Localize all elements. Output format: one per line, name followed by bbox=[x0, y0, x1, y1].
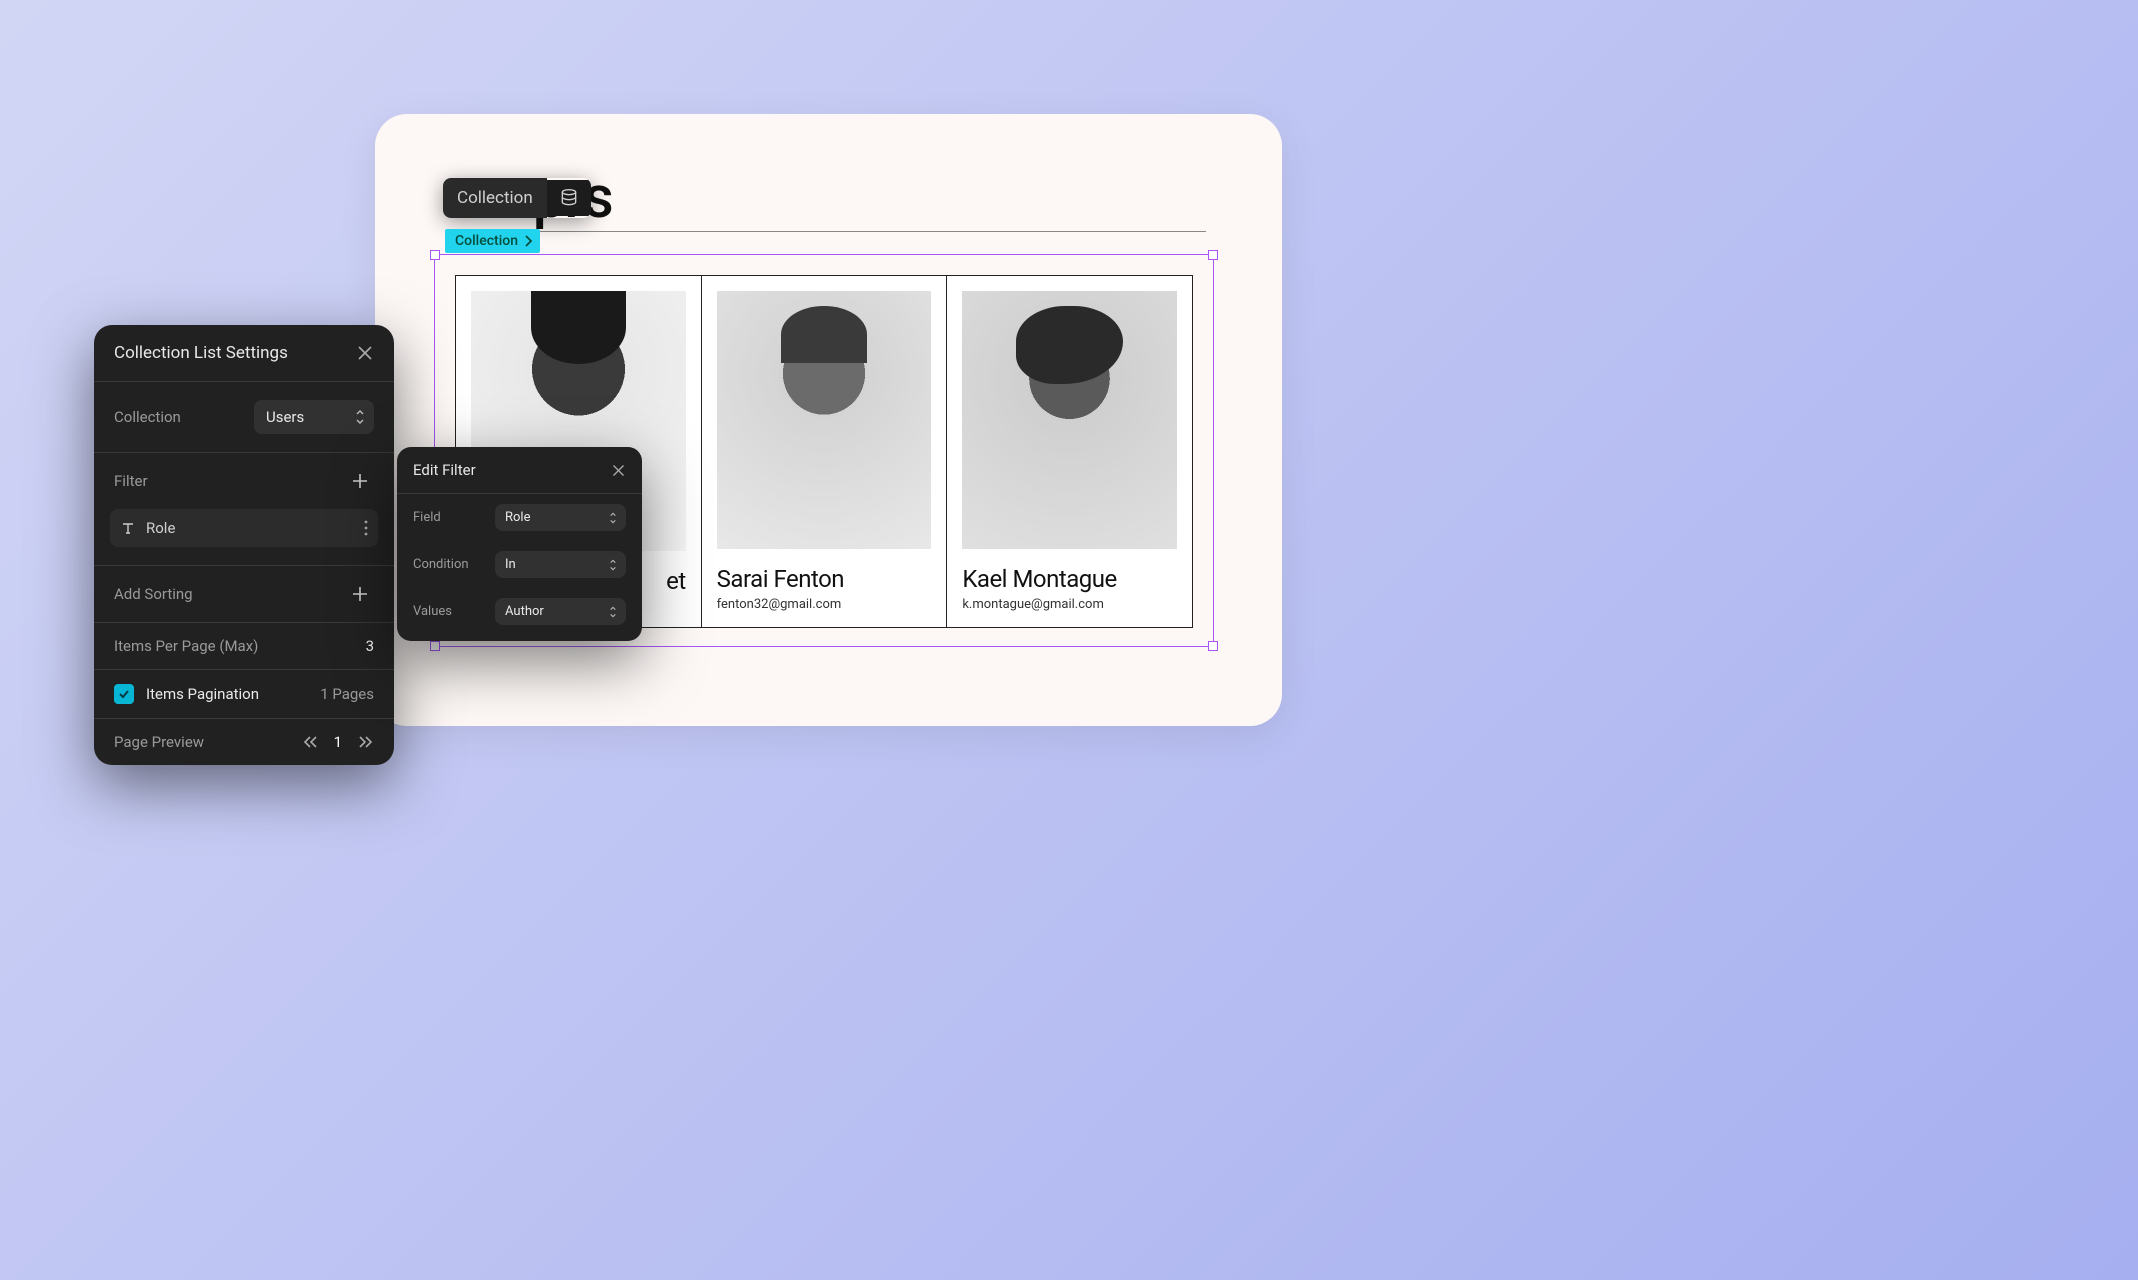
close-icon bbox=[356, 344, 374, 362]
collection-label: Collection bbox=[114, 408, 181, 426]
resize-handle-tl[interactable] bbox=[430, 250, 440, 260]
filter-label: Filter bbox=[114, 472, 148, 490]
add-filter-button[interactable] bbox=[346, 467, 374, 495]
check-icon bbox=[118, 688, 130, 700]
panel-title: Collection List Settings bbox=[114, 343, 288, 363]
collection-list-settings-panel: Collection List Settings Collection User… bbox=[94, 325, 394, 765]
close-button[interactable] bbox=[611, 463, 626, 478]
card-email: k.montague@gmail.com bbox=[962, 597, 1177, 612]
filter-chip-menu-button[interactable] bbox=[364, 520, 368, 536]
filter-chip-text: Role bbox=[146, 519, 175, 537]
condition-label: Condition bbox=[413, 557, 485, 572]
chevrons-right-icon bbox=[358, 735, 374, 749]
element-tooltip: Collection bbox=[443, 178, 591, 218]
values-label: Values bbox=[413, 604, 485, 619]
items-per-page-value[interactable]: 3 bbox=[366, 637, 374, 655]
items-per-page-label: Items Per Page (Max) bbox=[114, 637, 258, 655]
title-underline bbox=[446, 231, 1206, 232]
pagination-page-count: 1 Pages bbox=[320, 685, 374, 703]
select-chevrons-icon bbox=[608, 605, 618, 619]
page-preview-current: 1 bbox=[328, 733, 348, 751]
edit-filter-panel: Edit Filter Field Role Condition In Valu… bbox=[397, 447, 642, 641]
card-name: Sarai Fenton bbox=[717, 565, 932, 593]
select-chevrons-icon bbox=[608, 511, 618, 525]
resize-handle-bl[interactable] bbox=[430, 641, 440, 651]
condition-select[interactable]: In bbox=[495, 551, 626, 578]
add-sorting-button[interactable] bbox=[346, 580, 374, 608]
page-preview-label: Page Preview bbox=[114, 733, 204, 751]
select-chevrons-icon bbox=[608, 558, 618, 572]
close-button[interactable] bbox=[356, 344, 374, 362]
list-item: Kael Montague k.montague@gmail.com bbox=[947, 276, 1192, 627]
element-tooltip-label: Collection bbox=[443, 178, 547, 218]
plus-icon bbox=[351, 472, 369, 490]
chevrons-left-icon bbox=[302, 735, 318, 749]
field-label: Field bbox=[413, 510, 485, 525]
page-preview-next-button[interactable] bbox=[358, 735, 374, 749]
pagination-label: Items Pagination bbox=[146, 685, 259, 703]
card-name: Kael Montague bbox=[962, 565, 1177, 593]
resize-handle-tr[interactable] bbox=[1208, 250, 1218, 260]
plus-icon bbox=[351, 585, 369, 603]
resize-handle-br[interactable] bbox=[1208, 641, 1218, 651]
field-select[interactable]: Role bbox=[495, 504, 626, 531]
edit-filter-title: Edit Filter bbox=[413, 461, 476, 479]
page-preview-prev-button[interactable] bbox=[302, 735, 318, 749]
selection-tag[interactable]: Collection bbox=[445, 229, 540, 253]
list-item: Sarai Fenton fenton32@gmail.com bbox=[702, 276, 948, 627]
avatar bbox=[962, 291, 1177, 549]
close-icon bbox=[611, 463, 626, 478]
add-sorting-label: Add Sorting bbox=[114, 585, 193, 603]
select-chevrons-icon bbox=[354, 408, 366, 426]
database-icon bbox=[547, 180, 591, 216]
collection-select[interactable]: Users bbox=[254, 400, 374, 434]
avatar bbox=[717, 291, 932, 549]
card-email: fenton32@gmail.com bbox=[717, 597, 932, 612]
filter-chip[interactable]: Role bbox=[110, 509, 378, 547]
pagination-checkbox[interactable] bbox=[114, 684, 134, 704]
values-select[interactable]: Author bbox=[495, 598, 626, 625]
chevron-right-icon bbox=[524, 235, 534, 247]
more-vertical-icon bbox=[364, 520, 368, 536]
text-type-icon bbox=[120, 520, 136, 536]
